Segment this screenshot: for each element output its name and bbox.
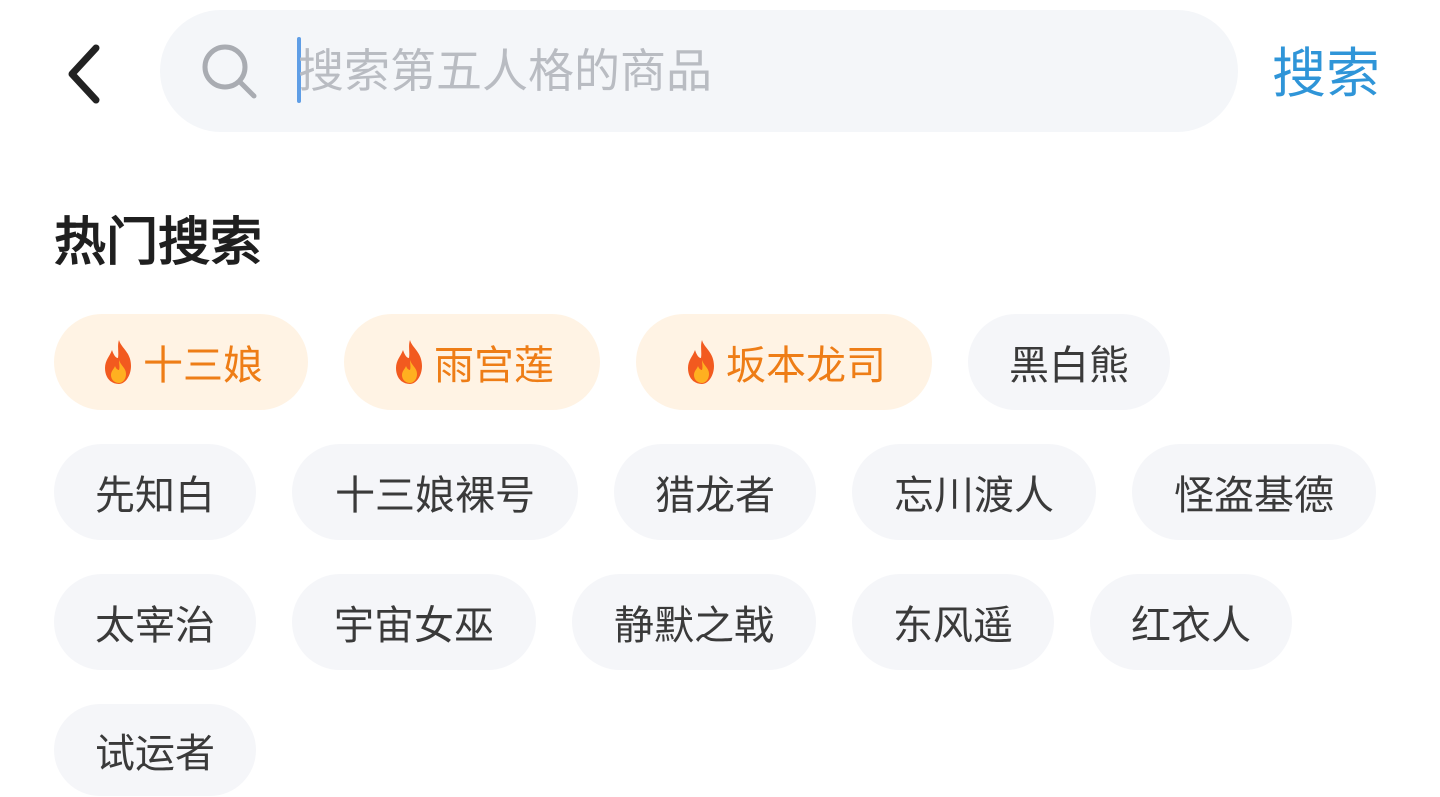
hot-search-tag[interactable]: 怪盗基德 [1132, 444, 1376, 540]
hot-search-tag[interactable]: 忘川渡人 [852, 444, 1096, 540]
tag-label: 先知白 [95, 473, 215, 519]
hot-search-tag[interactable]: 十三娘 [54, 314, 308, 410]
tag-label: 怪盗基德 [1174, 473, 1334, 519]
hot-search-tag[interactable]: 猎龙者 [614, 444, 816, 540]
search-button[interactable]: 搜索 [1272, 36, 1380, 112]
tag-label: 忘川渡人 [894, 473, 1054, 519]
back-button[interactable] [52, 36, 116, 112]
tag-label: 猎龙者 [655, 473, 775, 519]
tag-label: 十三娘裸号 [335, 473, 535, 519]
tag-label: 红衣人 [1131, 603, 1251, 649]
hot-search-tag[interactable]: 试运者 [54, 704, 256, 796]
tag-label: 试运者 [95, 731, 215, 777]
tag-label: 雨宫莲 [434, 343, 554, 389]
hot-search-tag[interactable]: 黑白熊 [968, 314, 1170, 410]
hot-search-tag[interactable]: 东风遥 [852, 574, 1054, 670]
tag-label: 十三娘 [143, 343, 263, 389]
tag-label: 东风遥 [893, 603, 1013, 649]
search-box[interactable] [160, 10, 1238, 132]
chevron-left-icon [68, 44, 100, 104]
fire-icon [396, 340, 422, 384]
hot-search-tag[interactable]: 坂本龙司 [636, 314, 932, 410]
tag-label: 静默之戟 [614, 603, 774, 649]
tag-label: 宇宙女巫 [334, 603, 494, 649]
tag-label: 黑白熊 [1009, 343, 1129, 389]
fire-icon [105, 340, 131, 384]
fire-icon [688, 340, 714, 384]
hot-search-title: 热门搜索 [54, 213, 263, 273]
search-input[interactable] [298, 38, 1158, 104]
hot-search-tag[interactable]: 先知白 [54, 444, 256, 540]
tag-label: 坂本龙司 [726, 343, 886, 389]
hot-search-tag[interactable]: 宇宙女巫 [292, 574, 536, 670]
hot-search-tag[interactable]: 红衣人 [1090, 574, 1292, 670]
hot-search-tag[interactable]: 雨宫莲 [344, 314, 600, 410]
hot-search-tag[interactable]: 十三娘裸号 [292, 444, 578, 540]
search-icon [202, 44, 257, 99]
tag-label: 太宰治 [95, 603, 215, 649]
hot-search-tag[interactable]: 静默之戟 [572, 574, 816, 670]
hot-search-tag[interactable]: 太宰治 [54, 574, 256, 670]
